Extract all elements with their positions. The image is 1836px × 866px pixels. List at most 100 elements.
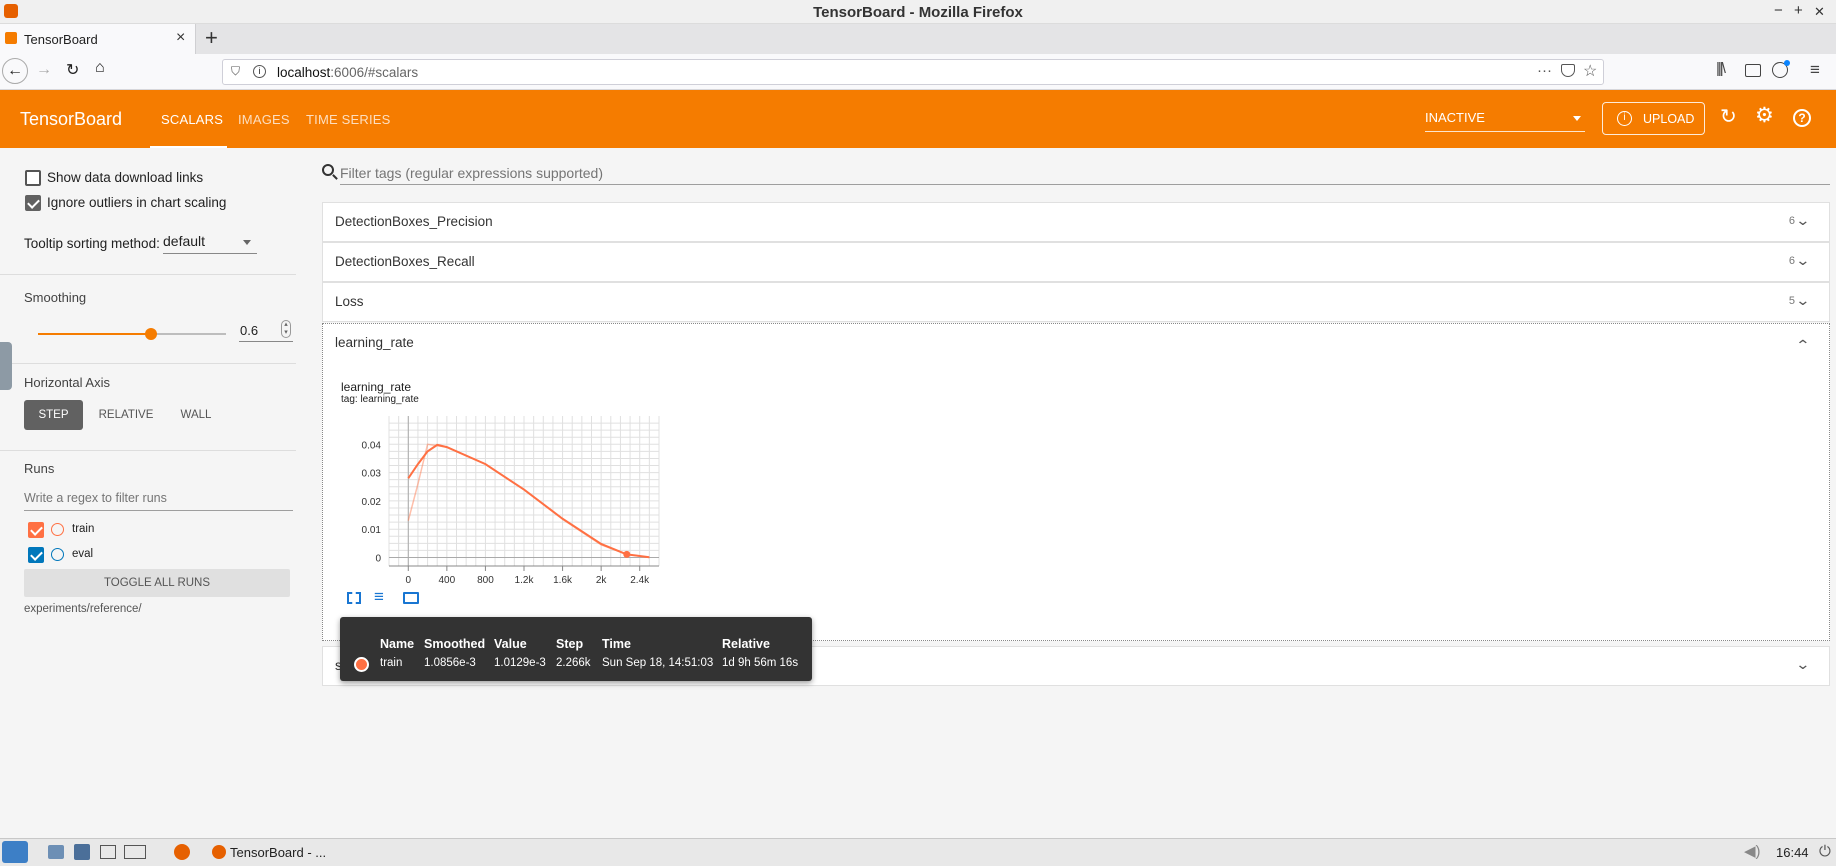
menu-icon[interactable]: ≡ bbox=[1810, 60, 1820, 80]
info-circle-icon: i bbox=[1617, 111, 1632, 126]
home-icon[interactable]: ⌂ bbox=[95, 59, 105, 77]
axis-relative-button[interactable]: RELATIVE bbox=[92, 400, 160, 430]
tab-images[interactable]: IMAGES bbox=[238, 112, 290, 127]
url-bar[interactable]: ⛉ i localhost:6006/#scalars ··· ☆ bbox=[222, 59, 1604, 85]
tooltip-step: 2.266k bbox=[556, 657, 591, 669]
run-train-label: train bbox=[72, 523, 95, 535]
tooltip-header-name: Name bbox=[380, 637, 415, 651]
firefox-launcher-icon[interactable] bbox=[174, 844, 190, 860]
toggle-all-runs-button[interactable]: TOGGLE ALL RUNS bbox=[24, 569, 290, 597]
axis-step-label: STEP bbox=[38, 409, 69, 421]
settings-gear-icon[interactable]: ⚙ bbox=[1755, 103, 1774, 128]
learning-rate-chart[interactable]: 0 400 800 1.2k 1.6k 2k 2.4k 0 0.01 0.02 0.03 0.04 bbox=[341, 406, 661, 606]
pane-learning-rate[interactable]: learning_rate ⌃ learning_rate tag: learn… bbox=[322, 323, 1830, 641]
upload-button[interactable]: i UPLOAD bbox=[1602, 102, 1705, 135]
tab-scalars[interactable]: SCALARS bbox=[161, 112, 223, 127]
close-tab-icon[interactable]: × bbox=[176, 29, 185, 47]
url-path: :6006/#scalars bbox=[330, 65, 419, 80]
fit-domain-icon[interactable] bbox=[403, 592, 419, 604]
axis-wall-button[interactable]: WALL bbox=[166, 400, 226, 430]
toggle-log-scale-icon[interactable]: ≡ bbox=[374, 587, 384, 607]
files-icon[interactable] bbox=[48, 845, 64, 859]
dropdown-arrow-icon bbox=[1573, 116, 1581, 121]
reload-icon[interactable]: ↻ bbox=[66, 60, 79, 80]
axis-wall-label: WALL bbox=[180, 409, 212, 421]
x-tick-label: 1.2k bbox=[515, 575, 535, 586]
taskbar-task-label: TensorBoard - ... bbox=[230, 845, 327, 860]
new-tab-button[interactable]: + bbox=[205, 25, 218, 51]
tooltip-run-color-dot bbox=[354, 657, 369, 672]
start-menu-icon[interactable] bbox=[2, 841, 28, 863]
status-select[interactable]: INACTIVE bbox=[1425, 102, 1585, 132]
fullscreen-icon[interactable] bbox=[347, 592, 361, 604]
ignore-outliers-checkbox[interactable] bbox=[25, 195, 41, 211]
search-icon-handle bbox=[332, 174, 338, 180]
url-text: localhost:6006/#scalars bbox=[277, 65, 418, 80]
browser-navbar: ← → ↻ ⌂ ⛉ i localhost:6006/#scalars ··· … bbox=[0, 54, 1836, 90]
pane-detection-recall[interactable]: DetectionBoxes_Recall 6 ⌄ bbox=[322, 242, 1830, 282]
url-host: localhost bbox=[277, 65, 331, 80]
x-tick-label: 2.4k bbox=[630, 575, 650, 586]
status-select-value: INACTIVE bbox=[1425, 110, 1485, 125]
chart-tag: tag: learning_rate bbox=[341, 394, 419, 405]
y-tick-label: 0.03 bbox=[362, 469, 382, 480]
taskbar-task-tensorboard[interactable]: TensorBoard - ... bbox=[208, 841, 358, 864]
pane-name: DetectionBoxes_Precision bbox=[335, 214, 493, 229]
filter-tags-input[interactable] bbox=[340, 161, 1830, 185]
show-download-links-checkbox[interactable] bbox=[25, 170, 41, 186]
tooltip-smoothed: 1.0856e-3 bbox=[424, 657, 476, 669]
smoothing-slider[interactable] bbox=[38, 327, 226, 341]
run-eval-color-icon[interactable] bbox=[51, 548, 64, 561]
firefox-task-icon bbox=[212, 845, 226, 859]
pane-count: 5 bbox=[1788, 295, 1795, 307]
window-icon[interactable] bbox=[100, 845, 116, 859]
run-eval-checkbox[interactable] bbox=[28, 547, 44, 563]
pane-name: Loss bbox=[335, 294, 364, 309]
browser-tab-tensorboard[interactable]: TensorBoard × bbox=[0, 24, 196, 54]
chevron-down-icon: ⌄ bbox=[1795, 212, 1811, 228]
pocket-icon[interactable] bbox=[1561, 64, 1575, 77]
tooltip-time: Sun Sep 18, 14:51:03 bbox=[602, 657, 714, 669]
tooltip-sorting-value: default bbox=[163, 233, 206, 249]
bookmark-star-icon[interactable]: ☆ bbox=[1583, 61, 1597, 81]
window-title: TensorBoard - Mozilla Firefox bbox=[813, 4, 1023, 21]
sidebar: Show data download links Ignore outliers… bbox=[0, 148, 296, 838]
upload-label: UPLOAD bbox=[1643, 112, 1695, 126]
x-tick-label: 0 bbox=[406, 575, 412, 586]
desktop-switcher-icon[interactable] bbox=[124, 845, 146, 859]
slider-thumb[interactable] bbox=[144, 328, 157, 340]
divider bbox=[0, 363, 296, 364]
toggle-all-runs-label: TOGGLE ALL RUNS bbox=[103, 577, 211, 589]
help-icon[interactable]: ? bbox=[1793, 109, 1811, 127]
minimize-button[interactable]: − bbox=[1774, 2, 1783, 19]
more-actions-icon[interactable]: ··· bbox=[1537, 62, 1552, 79]
run-train-checkbox[interactable] bbox=[28, 522, 44, 538]
library-icon[interactable]: |||\ bbox=[1716, 60, 1726, 77]
smoothing-input[interactable]: 0.6 ▴ ▾ bbox=[239, 318, 293, 342]
axis-step-button[interactable]: STEP bbox=[24, 400, 83, 430]
tensorboard-favicon bbox=[5, 32, 17, 44]
run-train-color-icon[interactable] bbox=[51, 523, 64, 536]
notification-dot-icon bbox=[1784, 60, 1790, 66]
power-icon[interactable]: ⏻ bbox=[1819, 843, 1831, 860]
tooltip-sorting-select[interactable]: default bbox=[163, 230, 257, 254]
sidebar-toggle-icon[interactable] bbox=[1745, 64, 1761, 77]
pane-detection-precision[interactable]: DetectionBoxes_Precision 6 ⌄ bbox=[322, 202, 1830, 242]
forward-icon[interactable]: → bbox=[36, 61, 52, 79]
apps-icon[interactable] bbox=[74, 844, 90, 860]
close-window-button[interactable]: ✕ bbox=[1814, 4, 1825, 20]
sidebar-collapse-handle[interactable] bbox=[0, 342, 12, 390]
runs-filter-input[interactable] bbox=[24, 485, 293, 511]
tab-time-series[interactable]: TIME SERIES bbox=[306, 112, 391, 127]
volume-icon[interactable]: ◀) bbox=[1744, 842, 1761, 860]
tooltip-header-value: Value bbox=[494, 637, 527, 651]
clock: 16:44 bbox=[1776, 845, 1809, 860]
back-icon[interactable]: ← bbox=[2, 58, 28, 84]
refresh-icon[interactable]: ↻ bbox=[1720, 104, 1737, 129]
stepper-icon[interactable]: ▴ ▾ bbox=[281, 320, 291, 338]
pane-count: 6 bbox=[1788, 255, 1795, 267]
maximize-button[interactable]: + bbox=[1794, 2, 1803, 19]
pane-name: DetectionBoxes_Recall bbox=[335, 254, 475, 269]
pane-loss[interactable]: Loss 5 ⌄ bbox=[322, 282, 1830, 322]
tensorboard-header: TensorBoard SCALARS IMAGES TIME SERIES I… bbox=[0, 90, 1836, 148]
